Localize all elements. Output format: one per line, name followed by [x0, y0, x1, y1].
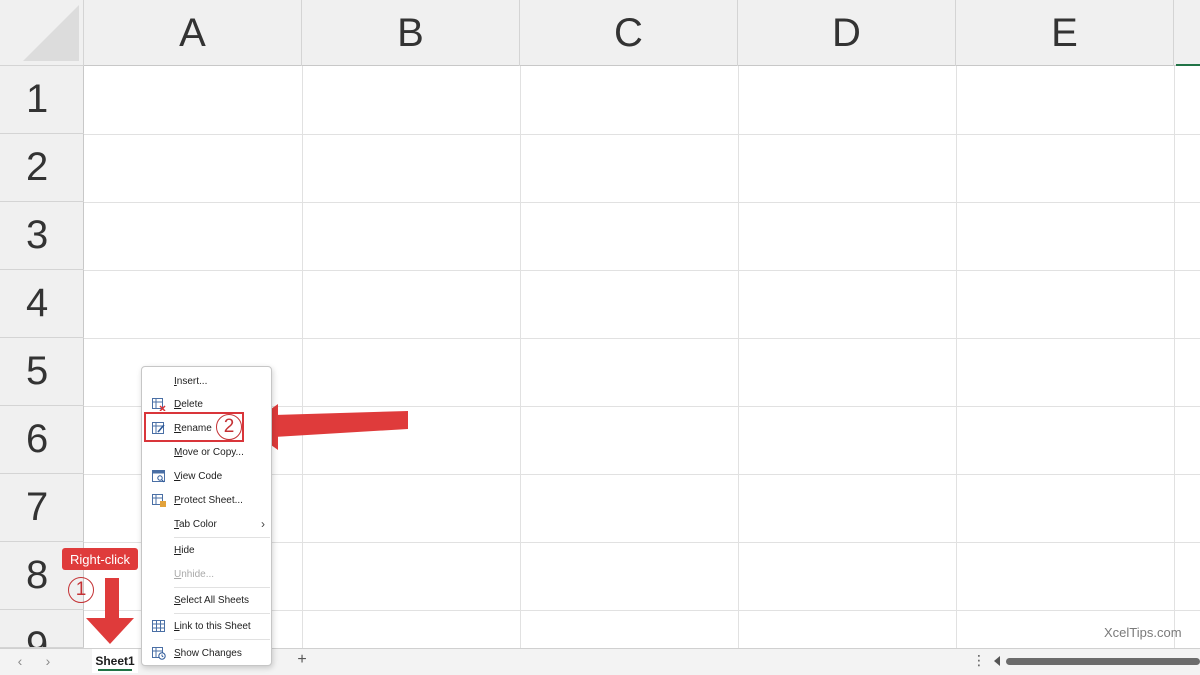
menu-item-show-changes[interactable]: Show Changes [142, 642, 271, 664]
menu-item-link-to-sheet[interactable]: Link to this Sheet [142, 615, 271, 637]
menu-item-label: Move or Copy... [174, 446, 244, 458]
menu-separator [174, 587, 270, 588]
menu-item-insert[interactable]: Insert... [142, 370, 271, 392]
view-code-icon [152, 469, 165, 482]
menu-item-label: Link to this Sheet [174, 620, 251, 632]
menu-separator [174, 639, 270, 640]
step-1-badge: 1 [68, 577, 94, 603]
show-changes-icon [152, 646, 166, 660]
menu-item-move-or-copy[interactable]: Move or Copy... [142, 441, 271, 463]
sheet-context-menu: Insert... Delete Rename Move or Copy... [141, 366, 272, 666]
menu-separator [174, 537, 270, 538]
menu-item-label: Hide [174, 544, 195, 556]
link-sheet-icon [152, 619, 165, 632]
submenu-chevron-icon: › [261, 517, 265, 531]
step-2-badge: 2 [216, 414, 242, 440]
menu-item-label: Delete [174, 398, 203, 410]
protect-sheet-icon [152, 493, 166, 507]
menu-item-label: Select All Sheets [174, 594, 250, 606]
left-arrow-shaft [274, 411, 408, 437]
menu-item-tab-color[interactable]: Tab Color › [142, 513, 271, 535]
right-click-callout: Right-click [62, 548, 138, 570]
menu-item-select-all-sheets[interactable]: Select All Sheets [142, 589, 271, 611]
menu-item-label: View Code [174, 470, 223, 482]
menu-item-label: Protect Sheet... [174, 494, 243, 506]
menu-item-unhide: Unhide... [142, 563, 271, 585]
menu-item-label: Insert... [174, 375, 208, 387]
down-arrow-shaft [105, 578, 119, 620]
down-arrow-head [86, 618, 134, 644]
menu-separator [174, 613, 270, 614]
delete-sheet-icon [152, 397, 166, 411]
menu-item-hide[interactable]: Hide [142, 539, 271, 561]
menu-item-label: Show Changes [174, 647, 242, 659]
menu-item-label: Tab Color [174, 518, 217, 530]
menu-item-protect-sheet[interactable]: Protect Sheet... [142, 489, 271, 511]
menu-item-label: Unhide... [174, 568, 215, 580]
watermark: XcelTips.com [1104, 625, 1182, 640]
menu-item-view-code[interactable]: View Code [142, 465, 271, 487]
